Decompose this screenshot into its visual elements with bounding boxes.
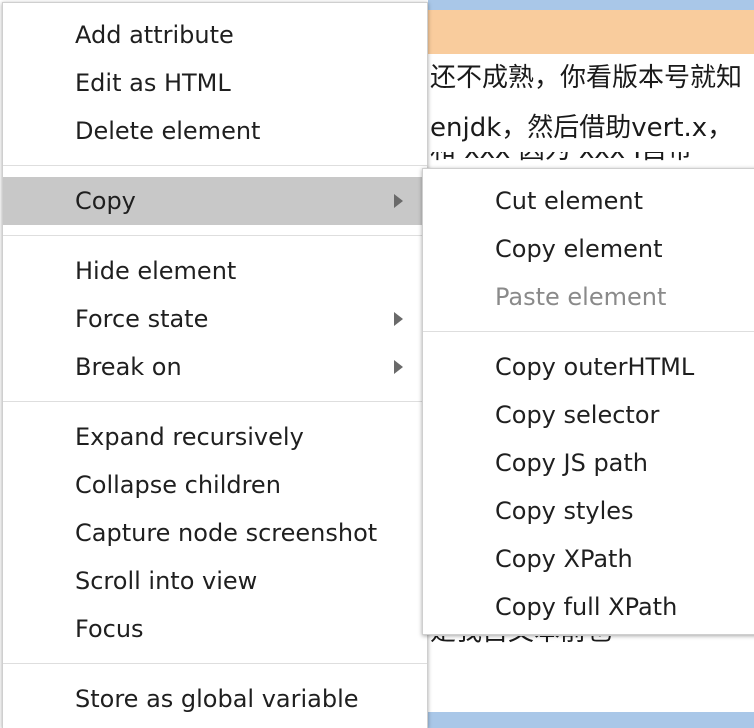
submenu-item-cut-element[interactable]: Cut element: [423, 177, 754, 225]
chevron-right-icon: [394, 312, 403, 326]
menu-item-delete-element[interactable]: Delete element: [3, 107, 427, 155]
menu-item-store-as-global-variable[interactable]: Store as global variable: [3, 675, 427, 723]
menu-item-collapse-children[interactable]: Collapse children: [3, 461, 427, 509]
submenu-item-copy-js-path[interactable]: Copy JS path: [423, 439, 754, 487]
menu-item-label: Copy styles: [495, 497, 634, 525]
page-text-line: enjdk，然后借助vert.x，: [430, 113, 734, 143]
menu-separator: [3, 235, 427, 236]
menu-item-edit-as-html[interactable]: Edit as HTML: [3, 59, 427, 107]
submenu-item-paste-element: Paste element: [423, 273, 754, 321]
menu-item-label: Add attribute: [75, 21, 234, 49]
submenu-item-copy-outerhtml[interactable]: Copy outerHTML: [423, 343, 754, 391]
highlighted-element-overlay: [428, 10, 754, 54]
menu-item-label: Hide element: [75, 257, 237, 285]
menu-item-label: Scroll into view: [75, 567, 258, 595]
menu-item-label: Paste element: [495, 283, 667, 311]
menu-item-label: Edit as HTML: [75, 69, 231, 97]
menu-separator: [3, 165, 427, 166]
menu-item-focus[interactable]: Focus: [3, 605, 427, 653]
menu-item-label: Store as global variable: [75, 685, 359, 713]
menu-item-add-attribute[interactable]: Add attribute: [3, 11, 427, 59]
menu-item-copy[interactable]: Copy: [3, 177, 427, 225]
menu-separator: [3, 401, 427, 402]
menu-item-hide-element[interactable]: Hide element: [3, 247, 427, 295]
menu-item-label: Capture node screenshot: [75, 519, 378, 547]
menu-item-label: Cut element: [495, 187, 643, 215]
menu-item-force-state[interactable]: Force state: [3, 295, 427, 343]
menu-item-label: Copy full XPath: [495, 593, 678, 621]
menu-item-label: Copy: [75, 187, 136, 215]
menu-item-capture-node-screenshot[interactable]: Capture node screenshot: [3, 509, 427, 557]
submenu-item-copy-full-xpath[interactable]: Copy full XPath: [423, 583, 754, 631]
menu-item-label: Break on: [75, 353, 182, 381]
menu-item-label: Force state: [75, 305, 209, 333]
menu-item-label: Expand recursively: [75, 423, 304, 451]
element-context-menu: Add attribute Edit as HTML Delete elemen…: [2, 2, 428, 728]
submenu-item-copy-selector[interactable]: Copy selector: [423, 391, 754, 439]
copy-submenu: Cut element Copy element Paste element C…: [422, 168, 754, 635]
menu-item-label: Copy XPath: [495, 545, 633, 573]
page-header-bar: [428, 0, 754, 10]
page-text-line: 还不成熟，你看版本号就知: [430, 63, 743, 93]
chevron-right-icon: [394, 360, 403, 374]
menu-item-label: Copy outerHTML: [495, 353, 695, 381]
menu-separator: [3, 663, 427, 664]
menu-item-label: Collapse children: [75, 471, 281, 499]
submenu-item-copy-element[interactable]: Copy element: [423, 225, 754, 273]
page-text-line: 和 xxx 因为 xxx I自带: [430, 152, 754, 166]
menu-item-scroll-into-view[interactable]: Scroll into view: [3, 557, 427, 605]
submenu-item-copy-styles[interactable]: Copy styles: [423, 487, 754, 535]
menu-separator: [423, 331, 754, 332]
menu-item-label: Copy JS path: [495, 449, 649, 477]
page-footer-bar: [428, 712, 754, 728]
menu-item-break-on[interactable]: Break on: [3, 343, 427, 391]
menu-item-expand-recursively[interactable]: Expand recursively: [3, 413, 427, 461]
page-text-line: 是我自文本前也: [430, 636, 754, 646]
menu-item-label: Focus: [75, 615, 144, 643]
chevron-right-icon: [394, 194, 403, 208]
submenu-item-copy-xpath[interactable]: Copy XPath: [423, 535, 754, 583]
menu-item-label: Copy element: [495, 235, 663, 263]
menu-item-label: Delete element: [75, 117, 261, 145]
menu-item-label: Copy selector: [495, 401, 660, 429]
